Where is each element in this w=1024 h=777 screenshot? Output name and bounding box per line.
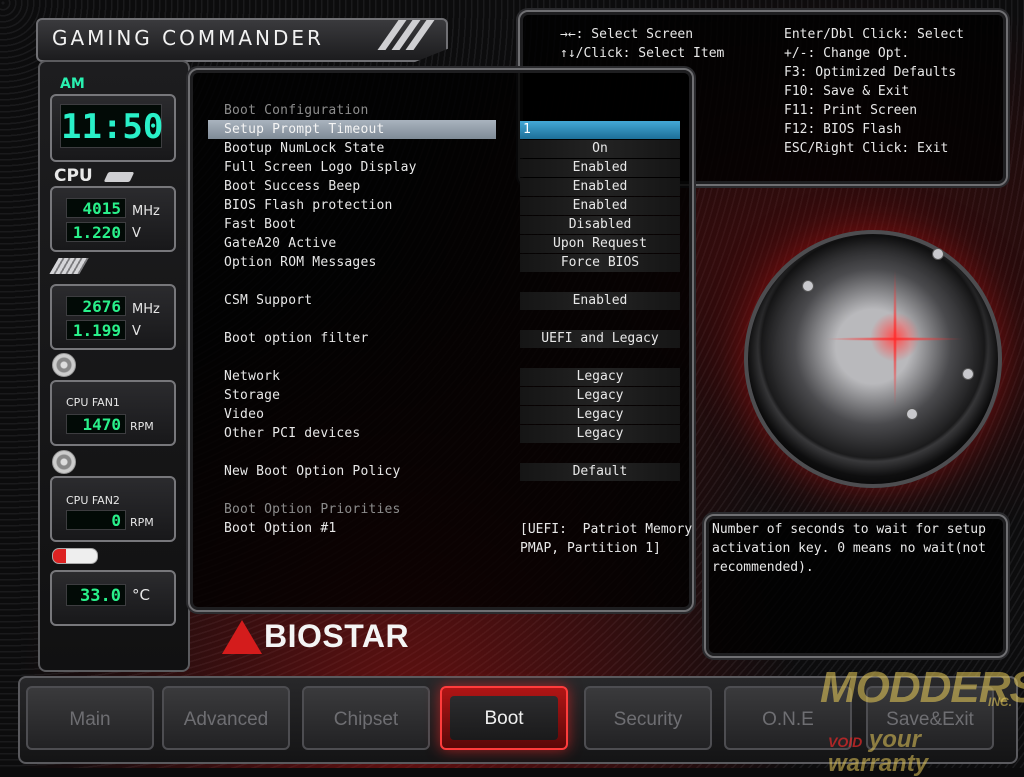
memory-voltage: 1.199 — [66, 320, 126, 340]
help-line: ESC/Right Click: Exit — [784, 141, 949, 156]
emblem-bolt — [932, 248, 944, 260]
cpu-fan2-panel — [50, 476, 176, 542]
emblem-bolt — [906, 408, 918, 420]
emblem-cross-vertical — [893, 268, 897, 408]
full-screen-logo-value[interactable]: Enabled — [520, 159, 680, 177]
modders-inc-watermark: MODDERS INC. VOID your warranty — [820, 663, 1024, 777]
fan-icon — [52, 450, 76, 474]
gaming-emblem — [744, 230, 1002, 488]
other-pci-devices-value[interactable]: Legacy — [520, 425, 680, 443]
boot-configuration-heading: Boot Configuration — [224, 103, 369, 118]
arrows-ud-icon: ↑↓ — [560, 46, 576, 61]
clock-time: 11:50 — [60, 104, 163, 148]
boot-option-1-value[interactable]: [UEFI: Patriot Memory PMAP, Partition 1] — [520, 520, 700, 558]
temperature-unit: °C — [132, 586, 150, 604]
gatea20-active-item[interactable]: GateA20 Active — [224, 234, 336, 253]
help-line: F11: Print Screen — [784, 103, 918, 118]
cpu-fan1-label: CPU FAN1 — [66, 396, 120, 409]
help-select-item: ↑↓/Click: Select Item — [560, 46, 725, 61]
tab-chipset[interactable]: Chipset — [302, 686, 430, 750]
tab-main[interactable]: Main — [26, 686, 154, 750]
cpu-frequency-unit: MHz — [132, 204, 160, 219]
boot-success-beep-item[interactable]: Boot Success Beep — [224, 177, 360, 196]
cpu-fan2-rpm: 0 — [66, 510, 126, 530]
boot-option-filter-item[interactable]: Boot option filter — [224, 329, 368, 348]
memory-frequency: 2676 — [66, 296, 126, 316]
boot-success-beep-value[interactable]: Enabled — [520, 178, 680, 196]
full-screen-logo-item[interactable]: Full Screen Logo Display — [224, 158, 417, 177]
app-title: GAMING COMMANDER — [52, 26, 324, 50]
help-line: F12: BIOS Flash — [784, 122, 902, 137]
memory-frequency-unit: MHz — [132, 302, 160, 317]
boot-option-1-item[interactable]: Boot Option #1 — [224, 519, 336, 538]
option-rom-messages-item[interactable]: Option ROM Messages — [224, 253, 377, 272]
cpu-fan1-unit: RPM — [130, 420, 154, 433]
fast-boot-item[interactable]: Fast Boot — [224, 215, 296, 234]
temperature-value: 33.0 — [66, 584, 126, 606]
video-item[interactable]: Video — [224, 405, 264, 424]
help-line: F3: Optimized Defaults — [784, 65, 957, 80]
emblem-bolt — [802, 280, 814, 292]
cpu-fan2-label: CPU FAN2 — [66, 494, 120, 507]
network-value[interactable]: Legacy — [520, 368, 680, 386]
tab-advanced[interactable]: Advanced — [162, 686, 290, 750]
cpu-fan1-panel — [50, 380, 176, 446]
bootup-numlock-item[interactable]: Bootup NumLock State — [224, 139, 385, 158]
other-pci-devices-item[interactable]: Other PCI devices — [224, 424, 360, 443]
storage-value[interactable]: Legacy — [520, 387, 680, 405]
biostar-logo-icon — [222, 620, 262, 654]
csm-support-item[interactable]: CSM Support — [224, 291, 312, 310]
bios-flash-protection-item[interactable]: BIOS Flash protection — [224, 196, 393, 215]
storage-item[interactable]: Storage — [224, 386, 280, 405]
thermometer-icon — [52, 548, 98, 564]
bios-flash-protection-value[interactable]: Enabled — [520, 197, 680, 215]
new-boot-option-policy-value[interactable]: Default — [520, 463, 680, 481]
help-select-screen: →←: Select Screen — [560, 27, 694, 42]
cpu-chip-icon — [103, 172, 135, 182]
cpu-fan2-unit: RPM — [130, 516, 154, 529]
cpu-voltage-unit: V — [132, 226, 141, 241]
tab-boot[interactable]: Boot — [440, 686, 568, 750]
cpu-label: CPU — [54, 166, 93, 186]
boot-option-filter-value[interactable]: UEFI and Legacy — [520, 330, 680, 348]
fast-boot-value[interactable]: Disabled — [520, 216, 680, 234]
bootup-numlock-value[interactable]: On — [520, 140, 680, 158]
video-value[interactable]: Legacy — [520, 406, 680, 424]
option-rom-messages-value[interactable]: Force BIOS — [520, 254, 680, 272]
header-stripes-decoration — [377, 20, 438, 50]
cpu-frequency: 4015 — [66, 198, 126, 218]
emblem-bolt — [962, 368, 974, 380]
clock-ampm: AM — [60, 76, 85, 92]
boot-option-priorities-heading: Boot Option Priorities — [224, 502, 401, 517]
setup-prompt-timeout-input[interactable]: 1 — [520, 121, 680, 139]
help-line: +/-: Change Opt. — [784, 46, 910, 61]
arrows-lr-icon: →← — [560, 27, 576, 42]
fan-icon — [52, 353, 76, 377]
setup-prompt-timeout-item[interactable]: Setup Prompt Timeout — [208, 120, 496, 139]
new-boot-option-policy-item[interactable]: New Boot Option Policy — [224, 462, 401, 481]
help-line: Enter/Dbl Click: Select — [784, 27, 965, 42]
memory-voltage-unit: V — [132, 324, 141, 339]
network-item[interactable]: Network — [224, 367, 280, 386]
csm-support-value[interactable]: Enabled — [520, 292, 680, 310]
gatea20-active-value[interactable]: Upon Request — [520, 235, 680, 253]
cpu-fan1-rpm: 1470 — [66, 414, 126, 434]
cpu-voltage: 1.220 — [66, 222, 126, 242]
tab-security[interactable]: Security — [584, 686, 712, 750]
help-line: F10: Save & Exit — [784, 84, 910, 99]
item-description-text: Number of seconds to wait for setup acti… — [712, 522, 986, 575]
